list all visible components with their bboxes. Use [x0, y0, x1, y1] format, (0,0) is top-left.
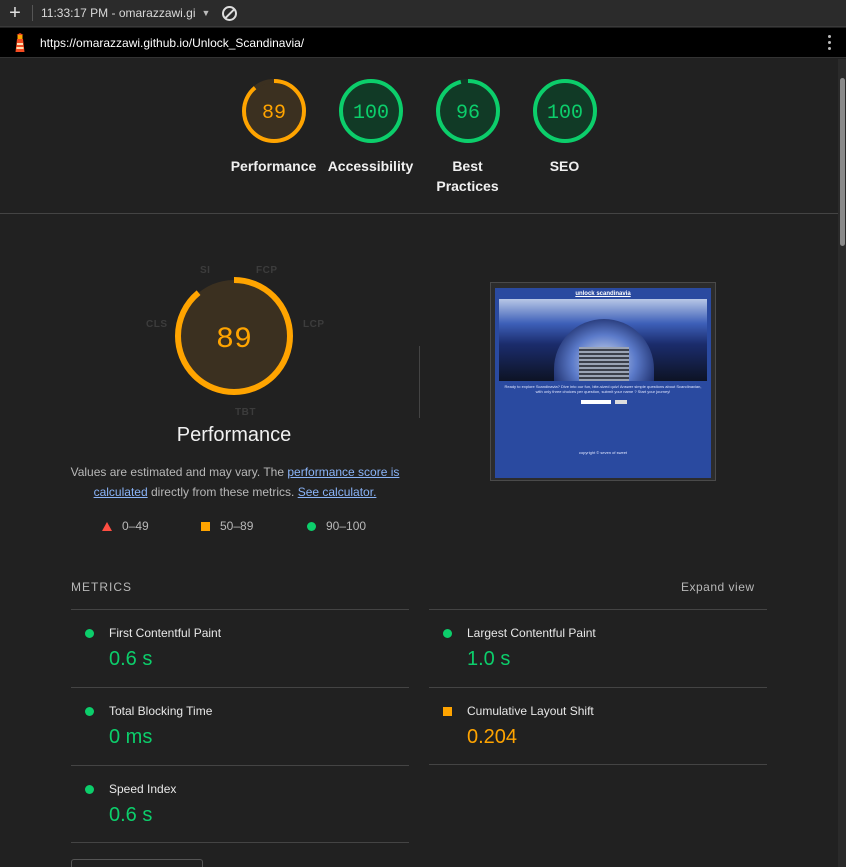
pass-circle-icon [443, 629, 452, 638]
summary-gauges: 89 Performance 100 Accessibility 96 Best… [225, 78, 613, 196]
metric-name: First Contentful Paint [109, 626, 222, 640]
radar-label-lcp: LCP [303, 319, 325, 330]
session-selector[interactable]: 11:33:17 PM - omarazzawi.gi ▼ [41, 6, 210, 20]
metric-divider [429, 764, 767, 765]
pass-circle-icon [85, 785, 94, 794]
radar-label-tbt: TBT [235, 407, 256, 418]
gauge-score: 96 [455, 102, 479, 125]
gauge-ring: 96 [435, 79, 500, 143]
scrollbar-thumb[interactable] [840, 78, 845, 246]
metric-tbt: Total Blocking Time 0 ms [71, 687, 409, 765]
preview-intro-text: Ready to explore Scandinavia? Dive into … [504, 384, 702, 394]
gauge-label: Performance [230, 158, 317, 174]
metric-fcp: First Contentful Paint 0.6 s [71, 609, 409, 687]
pass-circle-icon [85, 629, 94, 638]
screenshot-image: unlock scandinavia Ready to explore Scan… [495, 288, 711, 478]
legend-label: 90–100 [326, 519, 367, 533]
gauge-ring: 100 [532, 79, 597, 143]
pass-circle-icon [307, 521, 316, 531]
metric-cls: Cumulative Layout Shift 0.204 [429, 687, 767, 765]
metric-name: Cumulative Layout Shift [467, 704, 594, 718]
gauge-ring: 100 [338, 79, 403, 143]
gauge-label: SEO [549, 158, 580, 174]
toolbar-divider [32, 5, 33, 21]
gauge-seo[interactable]: 100 SEO [516, 78, 613, 196]
chevron-down-icon: ▼ [201, 8, 211, 18]
desc-text: Values are estimated and may vary. The [70, 465, 288, 479]
preview-submit-button [615, 400, 627, 404]
desc-text: directly from these metrics. [147, 485, 298, 499]
legend-fail: 0–49 [102, 519, 149, 533]
preview-escalator [579, 347, 629, 381]
metric-value: 0.6 s [109, 648, 153, 670]
radar-label-cls: CLS [146, 319, 168, 330]
pass-circle-icon [85, 707, 94, 716]
gauge-performance[interactable]: 89 Performance [225, 78, 322, 196]
preview-hero-image [499, 299, 707, 381]
metric-value: 0.6 s [109, 804, 153, 826]
average-square-icon [201, 521, 210, 531]
legend-average: 50–89 [201, 519, 253, 533]
performance-description: Values are estimated and may vary. The p… [70, 462, 400, 502]
preview-footer: copyright © seven of sweet [578, 450, 628, 455]
vertical-divider [419, 346, 420, 418]
legend-label: 0–49 [122, 519, 149, 533]
metric-value: 0 ms [109, 726, 153, 748]
legend-pass: 90–100 [307, 519, 366, 533]
gauge-accessibility[interactable]: 100 Accessibility [322, 78, 419, 196]
metric-lcp: Largest Contentful Paint 1.0 s [429, 609, 767, 687]
page-url[interactable]: https://omarazzawi.github.io/Unlock_Scan… [40, 36, 304, 50]
gauge-score: 89 [261, 102, 285, 125]
page-screenshot-preview[interactable]: unlock scandinavia Ready to explore Scan… [490, 282, 716, 481]
browser-top-bar: + 11:33:17 PM - omarazzawi.gi ▼ [0, 0, 846, 27]
average-square-icon [443, 707, 452, 716]
expand-view-toggle[interactable]: Expand view [681, 580, 755, 594]
metric-name: Total Blocking Time [109, 704, 213, 718]
legend-label: 50–89 [220, 519, 254, 533]
gauge-score: 100 [352, 102, 388, 125]
url-bar: https://omarazzawi.github.io/Unlock_Scan… [0, 28, 846, 58]
lighthouse-icon [0, 32, 40, 53]
metrics-heading: METRICS [71, 580, 132, 594]
performance-score: 89 [216, 323, 252, 357]
gauge-ring: 89 [241, 79, 306, 143]
session-label: 11:33:17 PM - omarazzawi.gi [41, 6, 196, 20]
fail-triangle-icon [102, 521, 112, 531]
radar-label-si: SI [200, 265, 211, 276]
gauge-score: 100 [546, 102, 582, 125]
block-icon[interactable] [222, 5, 238, 21]
gauge-label: Accessibility [327, 158, 414, 174]
metric-divider [71, 842, 409, 843]
new-tab-button[interactable]: + [0, 0, 30, 27]
metric-name: Largest Contentful Paint [467, 626, 596, 640]
performance-gauge: 89 [174, 276, 294, 401]
view-treemap-button[interactable] [71, 859, 203, 867]
gauge-best-practices[interactable]: 96 Best Practices [419, 78, 516, 196]
metric-si: Speed Index 0.6 s [71, 765, 409, 843]
radar-label-fcp: FCP [256, 265, 278, 276]
metric-value: 0.204 [467, 726, 518, 748]
more-options-icon[interactable] [828, 35, 832, 53]
metric-value: 1.0 s [467, 648, 511, 670]
preview-site-title: unlock scandinavia [575, 291, 631, 297]
see-calculator-link[interactable]: See calculator. [298, 485, 377, 499]
performance-title: Performance [176, 424, 292, 446]
preview-name-input [581, 400, 611, 404]
metric-name: Speed Index [109, 782, 177, 796]
gauge-label: Best Practices [436, 158, 499, 194]
section-divider [0, 213, 838, 214]
